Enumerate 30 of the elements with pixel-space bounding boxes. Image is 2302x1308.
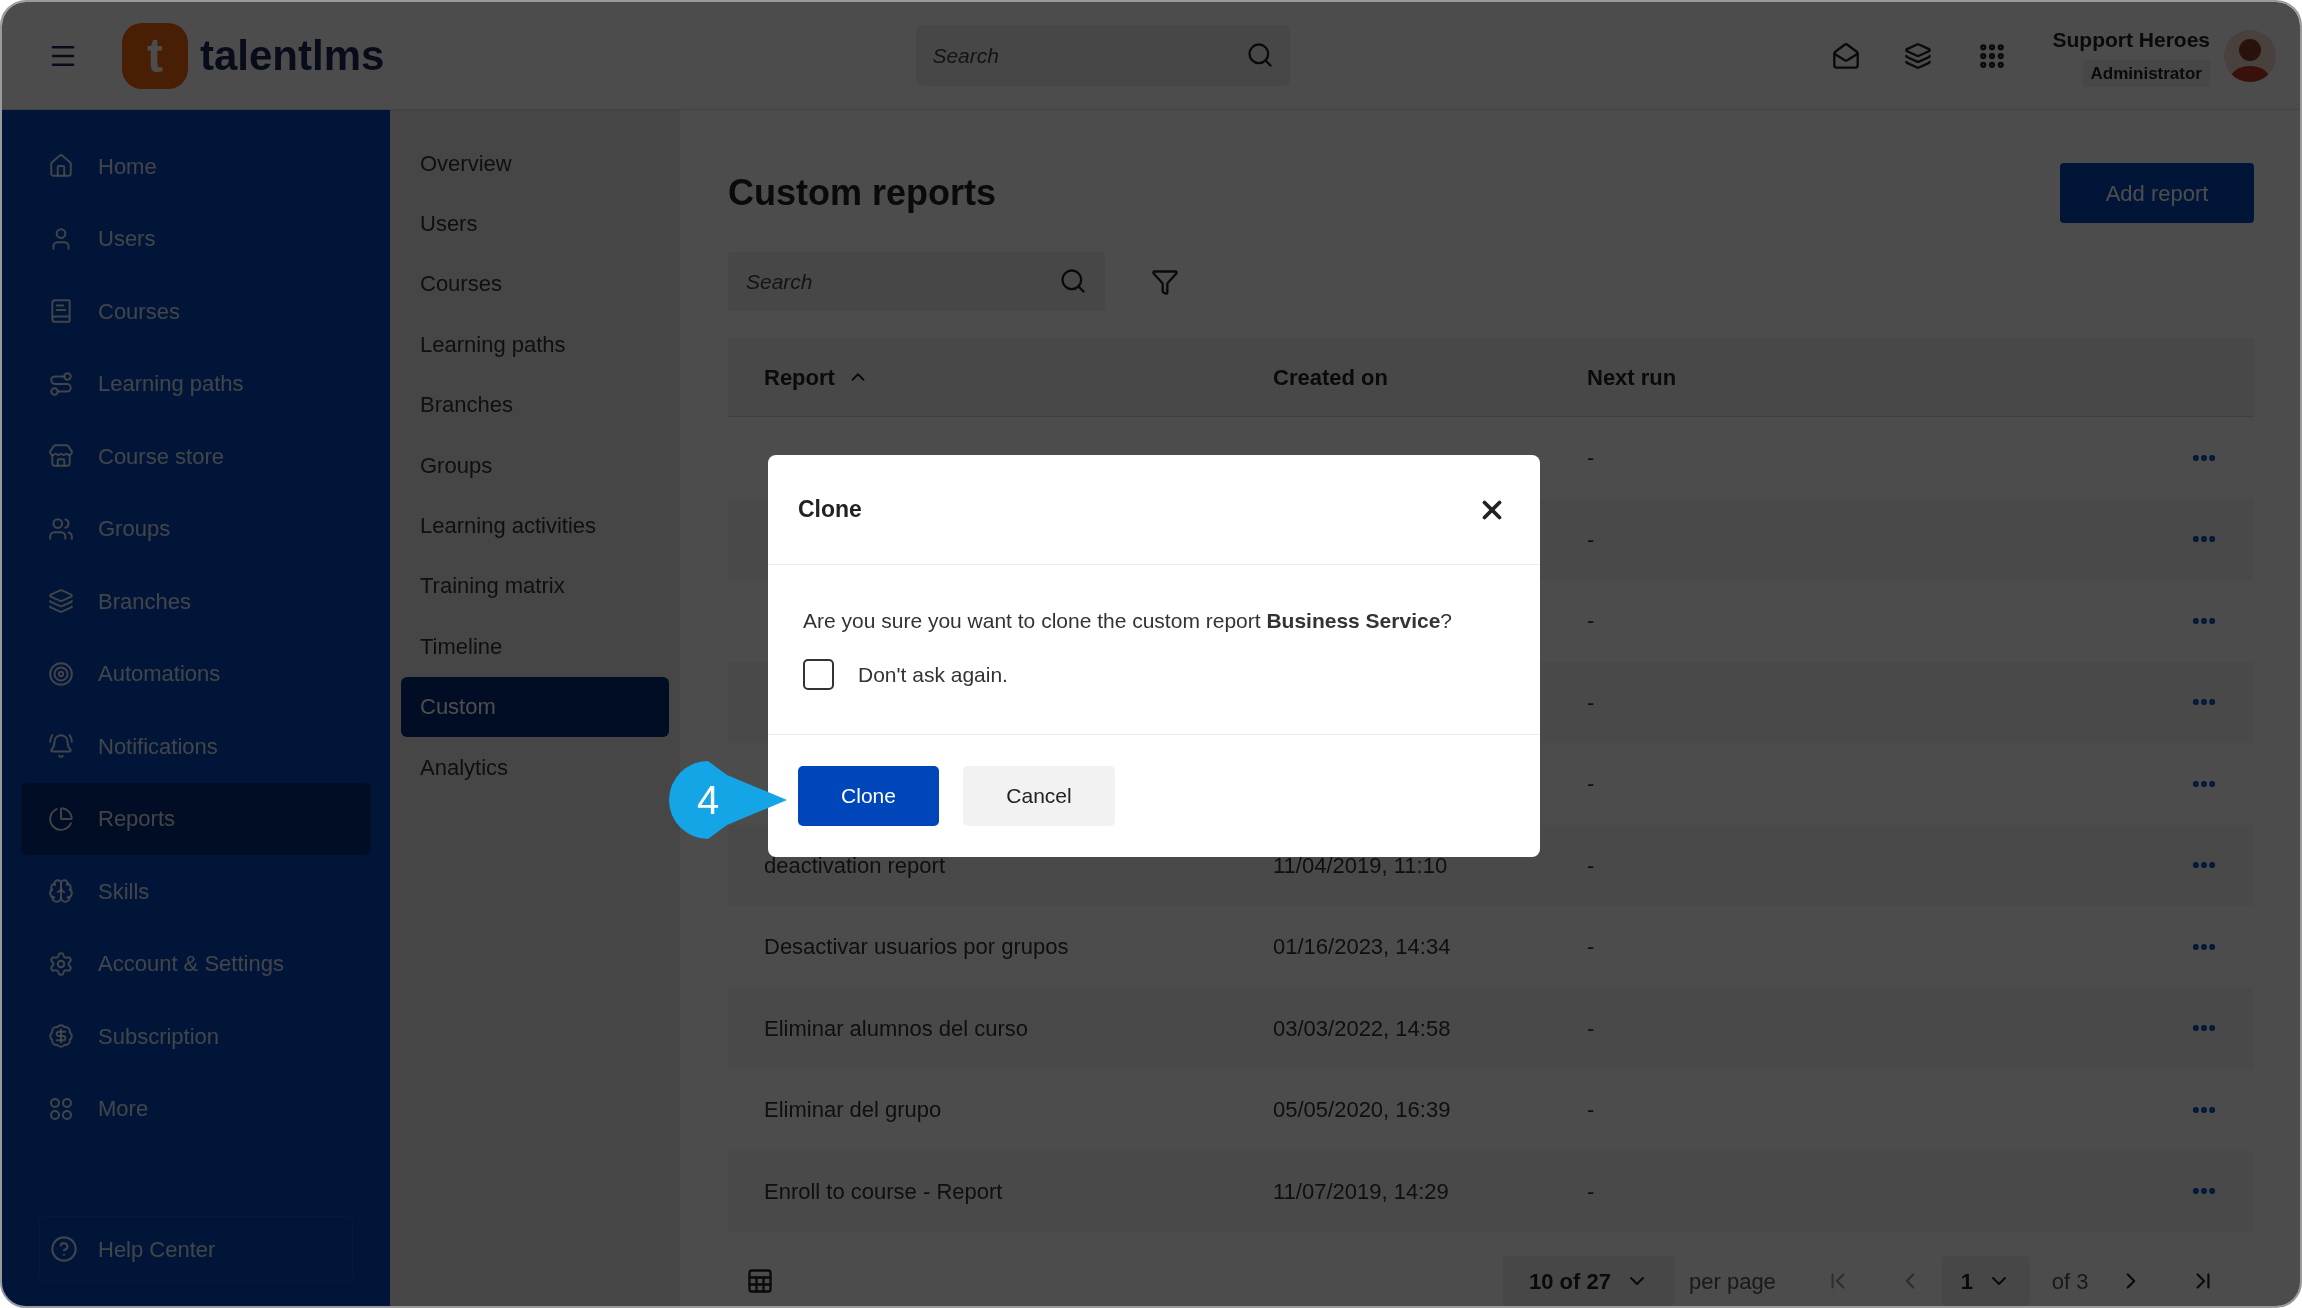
table-cell: 11/07/2019, 14:29 [1273,1178,1449,1204]
page-title: Custom reports [728,171,997,215]
table-cell: - [1587,1097,1595,1123]
table-cell: deactivation report [764,852,945,878]
checkbox[interactable] [803,658,834,690]
table-cell: - [1587,934,1595,960]
user-name: Support Heroes [2052,27,2210,53]
dialog-message: Are you sure you want to clone the custom report Business Service? [803,608,1454,634]
table-cell: Eliminar del grupo [764,1097,942,1123]
dialog-title: Clone [798,495,862,525]
table-cell: - [1587,689,1595,715]
table-cell: 03/03/2022, 14:58 [1273,1015,1451,1041]
checkbox-label: Don't ask again. [858,661,1008,688]
table-cell: 05/05/2020, 16:39 [1273,1097,1451,1123]
cancel-button[interactable]: Cancel [963,766,1115,826]
table-cell: - [1587,852,1595,878]
table-cell: Desactivar usuarios por grupos [764,934,1069,960]
table-cell: Enroll to course - Report [764,1178,1003,1204]
step-badge: 4 [669,761,789,839]
logo-text: talentlms [200,34,385,77]
table-cell: - [1587,526,1595,552]
clone-button[interactable]: Clone [798,766,939,826]
table-cell: - [1587,608,1595,634]
table-cell: - [1587,445,1595,471]
table-cell: 11/04/2019, 11:10 [1273,852,1448,878]
table-cell: Eliminar alumnos del curso [764,1015,1029,1041]
table-cell: - [1587,1015,1595,1041]
table-cell: - [1587,1178,1595,1204]
table-cell: - [1587,771,1595,797]
table-cell: 01/16/2023, 14:34 [1273,934,1451,960]
